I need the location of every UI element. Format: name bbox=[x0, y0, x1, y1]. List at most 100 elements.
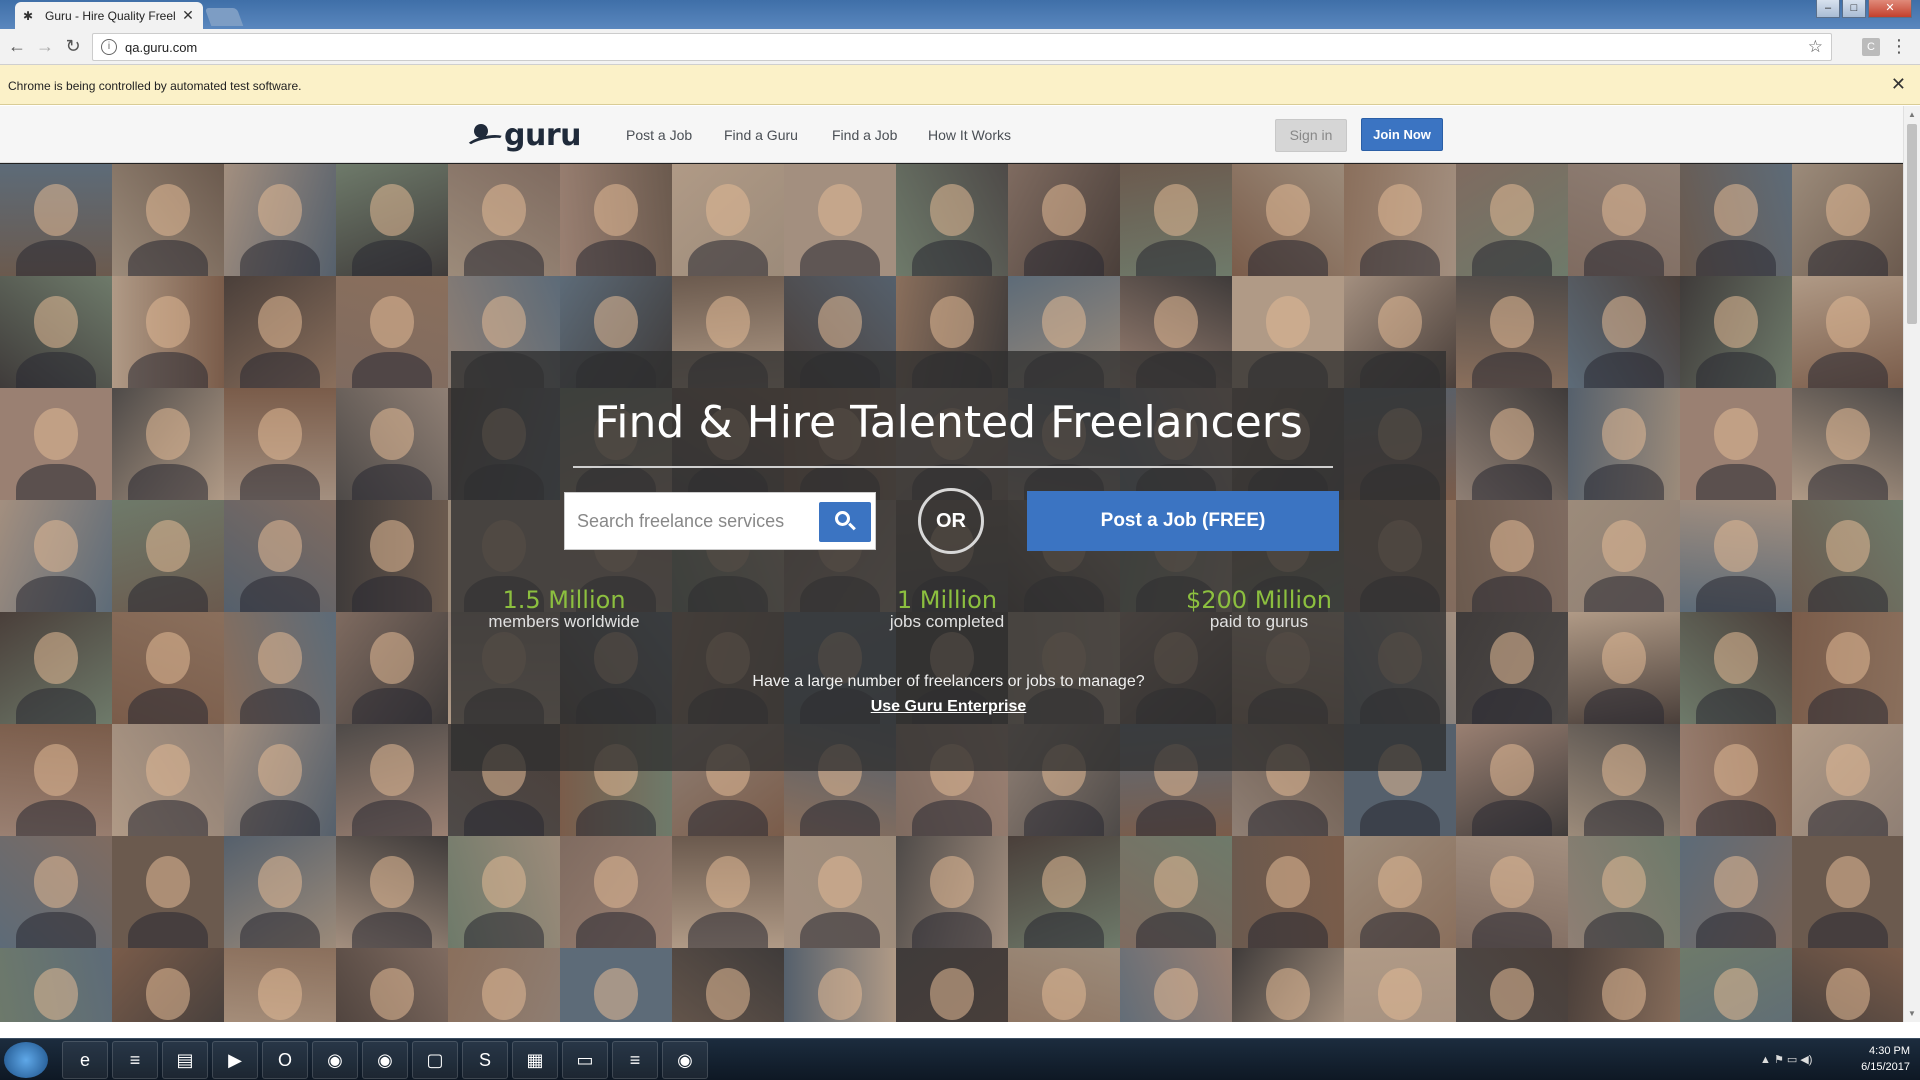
ie-icon[interactable]: e bbox=[62, 1041, 108, 1079]
freelancer-photo bbox=[560, 164, 672, 276]
reload-icon[interactable]: ↻ bbox=[62, 35, 84, 57]
freelancer-photo bbox=[1680, 724, 1792, 836]
freelancer-photo bbox=[1232, 164, 1344, 276]
freelancer-photo bbox=[224, 500, 336, 612]
freelancer-photo bbox=[784, 948, 896, 1022]
forward-arrow-icon[interactable]: → bbox=[34, 35, 56, 57]
remote-desktop-icon[interactable]: ≡ bbox=[112, 1041, 158, 1079]
remote-desktop-icon-2[interactable]: ≡ bbox=[612, 1041, 658, 1079]
freelancer-photo bbox=[1568, 388, 1680, 500]
scroll-down-icon[interactable]: ▼ bbox=[1908, 1009, 1916, 1018]
menu-icon[interactable]: ⋮ bbox=[1890, 36, 1908, 57]
freelancer-photo bbox=[1232, 948, 1344, 1022]
freelancer-photo bbox=[224, 724, 336, 836]
freelancer-photo bbox=[1568, 948, 1680, 1022]
freelancer-photo bbox=[896, 948, 1008, 1022]
freelancer-photo bbox=[1120, 836, 1232, 948]
post-a-job-button[interactable]: Post a Job (FREE) bbox=[1027, 491, 1339, 551]
freelancer-photo bbox=[0, 836, 112, 948]
freelancer-photo bbox=[784, 164, 896, 276]
freelancer-photo bbox=[1792, 836, 1903, 948]
search-button[interactable] bbox=[819, 502, 871, 542]
control-panel-icon[interactable]: ▦ bbox=[512, 1041, 558, 1079]
tab-guru[interactable]: ✱ Guru - Hire Quality Freel ✕ bbox=[15, 2, 203, 29]
chrome-icon-2[interactable]: ◉ bbox=[662, 1041, 708, 1079]
outlook-icon[interactable]: O bbox=[262, 1041, 308, 1079]
media-player-icon[interactable]: ▶ bbox=[212, 1041, 258, 1079]
freelancer-photo bbox=[336, 948, 448, 1022]
minimize-button[interactable]: – bbox=[1816, 0, 1840, 18]
guru-logo[interactable]: guru bbox=[466, 118, 581, 153]
freelancer-photo bbox=[1792, 724, 1903, 836]
file-explorer-icon[interactable]: ▤ bbox=[162, 1041, 208, 1079]
new-tab-button[interactable] bbox=[204, 8, 244, 26]
browser-titlebar: ✱ Guru - Hire Quality Freel ✕ – □ ✕ bbox=[0, 0, 1920, 29]
stat-paid: $200 Million paid to gurus bbox=[1149, 587, 1369, 631]
freelancer-photo bbox=[448, 164, 560, 276]
freelancer-photo bbox=[1792, 612, 1903, 724]
firefox-icon[interactable]: ◉ bbox=[362, 1041, 408, 1079]
scrollbar-thumb[interactable] bbox=[1907, 124, 1917, 324]
freelancer-photo bbox=[112, 164, 224, 276]
stat-number: 1 Million bbox=[896, 586, 998, 614]
guru-favicon-icon: ✱ bbox=[23, 8, 34, 23]
freelancer-photo bbox=[1008, 164, 1120, 276]
back-arrow-icon[interactable]: ← bbox=[6, 35, 28, 57]
or-divider: OR bbox=[918, 488, 984, 554]
freelancer-photo bbox=[112, 500, 224, 612]
freelancer-photo bbox=[1344, 164, 1456, 276]
freelancer-photo bbox=[112, 276, 224, 388]
folder-icon[interactable]: ▢ bbox=[412, 1041, 458, 1079]
extension-icon[interactable]: C bbox=[1862, 38, 1880, 56]
freelancer-photo bbox=[1568, 500, 1680, 612]
freelancer-photo bbox=[1456, 836, 1568, 948]
freelancer-photo bbox=[1456, 724, 1568, 836]
nav-how-it-works[interactable]: How It Works bbox=[928, 127, 1011, 143]
page-scrollbar[interactable]: ▲ ▼ bbox=[1903, 106, 1920, 1022]
nav-find-a-guru[interactable]: Find a Guru bbox=[724, 127, 798, 143]
browser-toolbar: ← → ↻ i qa.guru.com ☆ C ⋮ bbox=[0, 29, 1920, 65]
chrome-icon[interactable]: ◉ bbox=[312, 1041, 358, 1079]
scroll-up-icon[interactable]: ▲ bbox=[1908, 110, 1916, 119]
address-bar[interactable]: i qa.guru.com ☆ bbox=[92, 33, 1832, 61]
hero-panel: Find & Hire Talented Freelancers OR Post… bbox=[451, 351, 1446, 771]
freelancer-photo bbox=[336, 612, 448, 724]
freelancer-photo bbox=[1792, 276, 1903, 388]
freelancer-photo bbox=[1568, 612, 1680, 724]
join-now-button[interactable]: Join Now bbox=[1361, 118, 1443, 151]
freelancer-photo bbox=[1456, 276, 1568, 388]
freelancer-photo bbox=[0, 948, 112, 1022]
freelancer-photo bbox=[448, 948, 560, 1022]
hero-title: Find & Hire Talented Freelancers bbox=[594, 397, 1303, 448]
freelancer-photo bbox=[1008, 948, 1120, 1022]
stat-number: $200 Million bbox=[1186, 586, 1332, 614]
info-icon[interactable]: i bbox=[101, 39, 117, 55]
skype-icon[interactable]: S bbox=[462, 1041, 508, 1079]
freelancer-photo bbox=[672, 836, 784, 948]
freelancer-photo bbox=[1456, 164, 1568, 276]
freelancer-photo bbox=[1120, 164, 1232, 276]
close-window-button[interactable]: ✕ bbox=[1868, 0, 1912, 18]
freelancer-photo bbox=[784, 836, 896, 948]
url-text[interactable]: qa.guru.com bbox=[125, 40, 197, 55]
tab-close-icon[interactable]: ✕ bbox=[181, 7, 195, 24]
freelancer-photo bbox=[560, 948, 672, 1022]
freelancer-photo bbox=[336, 388, 448, 500]
sign-in-button[interactable]: Sign in bbox=[1275, 119, 1347, 152]
freelancer-photo bbox=[112, 388, 224, 500]
notepad-icon[interactable]: ▭ bbox=[562, 1041, 608, 1079]
nav-post-a-job[interactable]: Post a Job bbox=[626, 127, 692, 143]
nav-find-a-job[interactable]: Find a Job bbox=[832, 127, 897, 143]
search-input[interactable] bbox=[565, 493, 815, 549]
freelancer-photo bbox=[1792, 948, 1903, 1022]
freelancer-photo bbox=[112, 724, 224, 836]
infobar-close-icon[interactable]: ✕ bbox=[1891, 74, 1906, 95]
freelancer-photo bbox=[0, 724, 112, 836]
start-button[interactable] bbox=[4, 1042, 48, 1078]
tray-icons[interactable]: ▲ ⚑ ▭ ◀) bbox=[1760, 1053, 1812, 1066]
freelancer-photo bbox=[112, 948, 224, 1022]
maximize-button[interactable]: □ bbox=[1842, 0, 1866, 18]
use-guru-enterprise-link[interactable]: Use Guru Enterprise bbox=[451, 698, 1446, 716]
bookmark-star-icon[interactable]: ☆ bbox=[1808, 37, 1823, 57]
freelancer-photo bbox=[0, 500, 112, 612]
